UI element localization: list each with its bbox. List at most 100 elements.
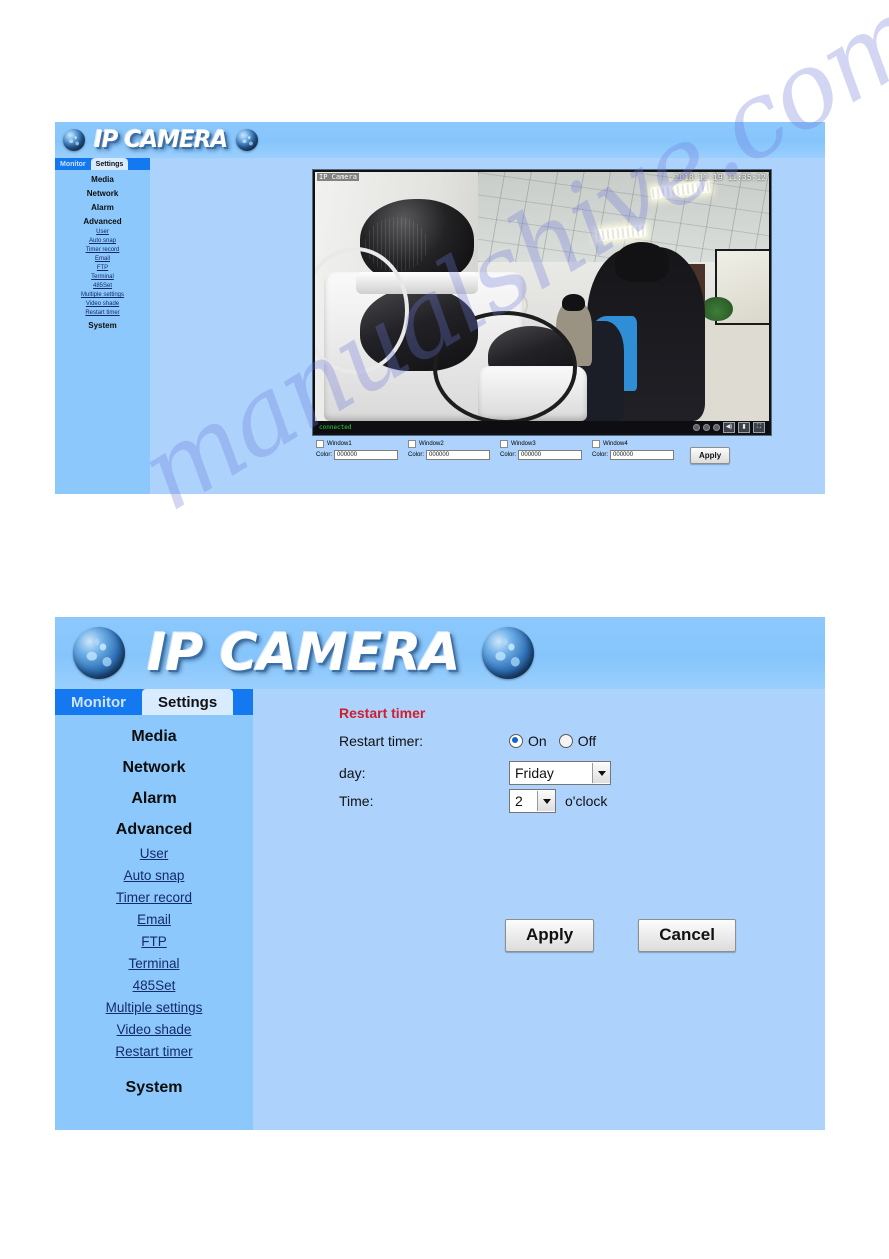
window1-color-input[interactable]: 000000 — [334, 450, 399, 460]
restart-timer-day-select[interactable]: Friday — [509, 761, 611, 785]
restart-timer-on-label: On — [528, 733, 547, 749]
sidebar-group-alarm[interactable]: Alarm — [55, 790, 253, 808]
monitor-apply-button[interactable]: Apply — [690, 447, 731, 464]
sidebar-group-system[interactable]: System — [55, 321, 150, 330]
sidebar-item-ftp[interactable]: FTP — [55, 934, 253, 949]
window-color-row: Color: 000000 — [408, 450, 500, 460]
sidebar-item-485set[interactable]: 485Set — [55, 283, 150, 289]
restart-timer-time-row: Time: 2 o'clock — [339, 789, 607, 813]
scene-person-far-head — [562, 294, 586, 312]
iris-icon[interactable] — [713, 423, 720, 431]
video-player[interactable]: IP Camera 2018-12-19 11:35:12 connected … — [312, 169, 772, 436]
sidebar-item-timer-record[interactable]: Timer record — [55, 247, 150, 253]
window1-checkbox[interactable] — [316, 440, 324, 448]
sidebar-item-timer-record[interactable]: Timer record — [55, 890, 253, 905]
window3-color-input[interactable]: 000000 — [518, 450, 583, 460]
video-statusbar: connected ◀) ▮ ⛶ — [315, 421, 769, 433]
restart-timer-off-label: Off — [577, 733, 597, 749]
sidebar-group-media[interactable]: Media — [55, 728, 253, 746]
chevron-down-icon[interactable] — [592, 763, 610, 783]
window-color-row: Color: 000000 — [500, 450, 592, 460]
monitor-body: Monitor Settings Media Network Alarm Adv… — [55, 158, 825, 494]
sidebar-item-video-shade[interactable]: Video shade — [55, 1022, 253, 1037]
restart-timer-off-radio[interactable] — [558, 734, 573, 748]
tab-monitor[interactable]: Monitor — [55, 689, 142, 715]
sidebar-group-media[interactable]: Media — [55, 175, 150, 184]
restart-timer-time-label: Time: — [339, 793, 374, 809]
speaker-icon[interactable]: ◀) — [723, 421, 735, 433]
window4-checkbox[interactable] — [592, 440, 600, 448]
window-enable-row: Window2 — [408, 440, 500, 448]
sidebar-group-advanced[interactable]: Advanced — [55, 217, 150, 226]
sidebar-item-email[interactable]: Email — [55, 912, 253, 927]
video-connection-status: connected — [319, 423, 352, 431]
sidebar-item-user[interactable]: User — [55, 846, 253, 861]
sidebar-item-auto-snap[interactable]: Auto snap — [55, 238, 150, 244]
window2-color-label: Color: — [408, 452, 425, 458]
window2-color-input[interactable]: 000000 — [426, 450, 491, 460]
video-window-settings: Window1 Color: 000000 Window2 Color: 000… — [316, 440, 786, 464]
sidebar-item-terminal[interactable]: Terminal — [55, 274, 150, 280]
settings-header: IP CAMERA — [55, 617, 825, 689]
monitor-page-panel: IP CAMERA Monitor Settings Media Network… — [55, 122, 825, 494]
sidebar-item-video-shade[interactable]: Video shade — [55, 301, 150, 307]
restart-timer-time-suffix: o'clock — [565, 793, 608, 809]
sidebar-item-485set[interactable]: 485Set — [55, 978, 253, 993]
microphone-icon[interactable]: ▮ — [738, 421, 750, 433]
page-title: Restart timer — [339, 705, 426, 721]
tab-settings[interactable]: Settings — [141, 689, 234, 715]
window2-label: Window2 — [419, 441, 444, 447]
window4-color-label: Color: — [592, 452, 609, 458]
focus-icon[interactable] — [703, 423, 710, 431]
video-controls: ◀) ▮ ⛶ — [693, 421, 765, 433]
sidebar-item-user[interactable]: User — [55, 229, 150, 235]
sidebar-item-restart-timer[interactable]: Restart timer — [55, 310, 150, 316]
fullscreen-icon[interactable]: ⛶ — [753, 421, 765, 433]
window-color-row: Color: 000000 — [592, 450, 684, 460]
window-enable-row: Window4 — [592, 440, 684, 448]
monitor-tabstrip: Monitor Settings — [55, 158, 150, 170]
restart-timer-page-panel: IP CAMERA Monitor Settings Media Network… — [55, 617, 825, 1130]
form-actions: Apply Cancel — [505, 919, 736, 952]
zoom-icon[interactable] — [693, 423, 700, 431]
window3-color-label: Color: — [500, 452, 517, 458]
sidebar-item-auto-snap[interactable]: Auto snap — [55, 868, 253, 883]
window-setting-4: Window4 Color: 000000 — [592, 440, 684, 460]
tab-monitor[interactable]: Monitor — [55, 158, 91, 170]
video-frame[interactable]: IP Camera 2018-12-19 11:35:12 connected … — [312, 169, 772, 436]
window1-color-label: Color: — [316, 452, 333, 458]
restart-timer-time-select[interactable]: 2 — [509, 789, 556, 813]
scene-person-head — [614, 241, 670, 282]
settings-body: Monitor Settings Media Network Alarm Adv… — [55, 689, 825, 1130]
window4-color-input[interactable]: 000000 — [610, 450, 675, 460]
sidebar-group-network[interactable]: Network — [55, 189, 150, 198]
monitor-content: IP Camera 2018-12-19 11:35:12 connected … — [150, 158, 825, 494]
window-setting-3: Window3 Color: 000000 — [500, 440, 592, 460]
cancel-button[interactable]: Cancel — [638, 919, 736, 952]
restart-timer-day-value: Friday — [515, 765, 554, 781]
sidebar-item-restart-timer[interactable]: Restart timer — [55, 1044, 253, 1059]
window-setting-1: Window1 Color: 000000 — [316, 440, 408, 460]
brand-wordmark: IP CAMERA — [147, 623, 461, 683]
sidebar-item-multiple-settings[interactable]: Multiple settings — [55, 292, 150, 298]
brand-wordmark: IP CAMERA — [94, 126, 228, 153]
sidebar-item-email[interactable]: Email — [55, 256, 150, 262]
sidebar-item-terminal[interactable]: Terminal — [55, 956, 253, 971]
sidebar-group-system[interactable]: System — [55, 1079, 253, 1097]
restart-timer-day-row: day: Friday — [339, 761, 611, 785]
restart-timer-time-value: 2 — [515, 793, 523, 809]
chevron-down-icon[interactable] — [537, 791, 555, 811]
tab-settings[interactable]: Settings — [90, 158, 129, 170]
sidebar-item-ftp[interactable]: FTP — [55, 265, 150, 271]
settings-content: Restart timer Restart timer: On Off day:… — [253, 689, 825, 1130]
window-color-row: Color: 000000 — [316, 450, 408, 460]
video-timestamp: 2018-12-19 11:35:12 — [674, 173, 766, 182]
apply-button[interactable]: Apply — [505, 919, 595, 952]
sidebar-group-network[interactable]: Network — [55, 759, 253, 777]
restart-timer-on-radio[interactable] — [509, 734, 523, 748]
window2-checkbox[interactable] — [408, 440, 416, 448]
window3-checkbox[interactable] — [500, 440, 508, 448]
sidebar-group-alarm[interactable]: Alarm — [55, 203, 150, 212]
sidebar-item-multiple-settings[interactable]: Multiple settings — [55, 1000, 253, 1015]
sidebar-group-advanced[interactable]: Advanced — [55, 821, 253, 839]
